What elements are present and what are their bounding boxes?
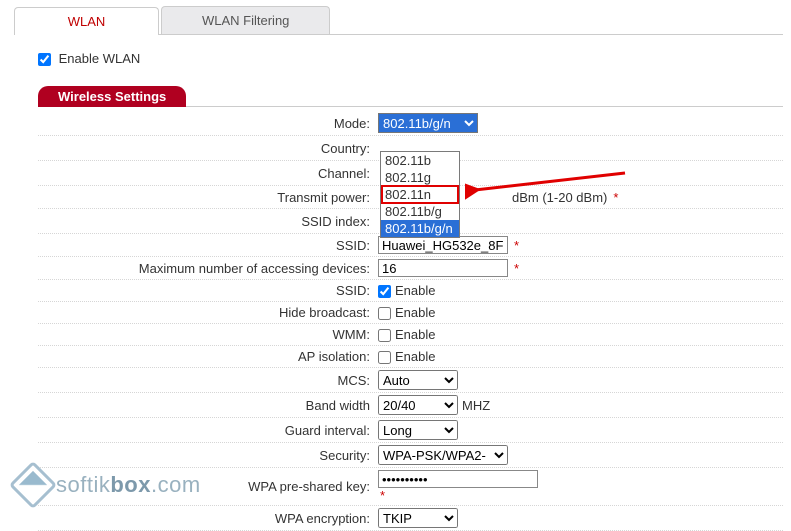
enable-wlan-label[interactable]: Enable WLAN — [38, 51, 140, 66]
wmm-control[interactable]: Enable — [378, 327, 435, 342]
watermark-logo-icon — [9, 461, 57, 509]
annotation-arrow-icon — [465, 168, 635, 208]
mode-option-bg[interactable]: 802.11b/g — [381, 203, 459, 220]
mode-select[interactable]: 802.11b/g/n — [378, 113, 478, 133]
enable-wlan-checkbox[interactable] — [38, 53, 51, 66]
label-wpa-enc: WPA encryption: — [38, 511, 378, 526]
ap-isolation-text: Enable — [395, 349, 435, 364]
label-country: Country: — [38, 141, 378, 156]
mode-option-b[interactable]: 802.11b — [381, 152, 459, 169]
ap-isolation-control[interactable]: Enable — [378, 349, 435, 364]
label-ssid-enable: SSID: — [38, 283, 378, 298]
mode-option-g[interactable]: 802.11g — [381, 169, 459, 186]
tab-wlan[interactable]: WLAN — [14, 7, 159, 35]
mode-option-n[interactable]: 802.11n — [381, 185, 459, 204]
hide-broadcast-control[interactable]: Enable — [378, 305, 435, 320]
label-hide-broadcast: Hide broadcast: — [38, 305, 378, 320]
label-wmm: WMM: — [38, 327, 378, 342]
label-mode: Mode: — [38, 116, 378, 131]
psk-input[interactable] — [378, 470, 538, 488]
label-ap-isolation: AP isolation: — [38, 349, 378, 364]
section-title: Wireless Settings — [38, 86, 186, 107]
label-channel: Channel: — [38, 166, 378, 181]
label-ssid-index: SSID index: — [38, 214, 378, 229]
mode-option-bgn[interactable]: 802.11b/g/n — [381, 220, 459, 237]
label-mcs: MCS: — [38, 373, 378, 388]
psk-asterisk: * — [380, 488, 385, 503]
security-select[interactable]: WPA-PSK/WPA2- — [378, 445, 508, 465]
mode-dropdown-list[interactable]: 802.11b 802.11g 802.11n 802.11b/g 802.11… — [380, 151, 460, 238]
max-devices-input[interactable] — [378, 259, 508, 277]
wmm-text: Enable — [395, 327, 435, 342]
ssid-input[interactable] — [378, 236, 508, 254]
ssid-asterisk: * — [514, 238, 519, 253]
hide-broadcast-checkbox[interactable] — [378, 307, 391, 320]
tab-wlan-filtering[interactable]: WLAN Filtering — [161, 6, 330, 34]
watermark: softikbox.com — [16, 468, 201, 502]
wmm-checkbox[interactable] — [378, 329, 391, 342]
hide-broadcast-text: Enable — [395, 305, 435, 320]
ssid-enable-text: Enable — [395, 283, 435, 298]
label-tx-power: Transmit power: — [38, 190, 378, 205]
label-max-devices: Maximum number of accessing devices: — [38, 261, 378, 276]
label-security: Security: — [38, 448, 378, 463]
ssid-enable-control[interactable]: Enable — [378, 283, 435, 298]
watermark-text: softikbox.com — [56, 472, 201, 498]
bandwidth-select[interactable]: 20/40 — [378, 395, 458, 415]
guard-select[interactable]: Long — [378, 420, 458, 440]
tab-bar: WLAN WLAN Filtering — [14, 6, 783, 35]
max-devices-asterisk: * — [514, 261, 519, 276]
enable-wlan-row: Enable WLAN — [38, 51, 783, 66]
mcs-select[interactable]: Auto — [378, 370, 458, 390]
bandwidth-unit: MHZ — [462, 398, 490, 413]
wpa-enc-select[interactable]: TKIP — [378, 508, 458, 528]
label-guard: Guard interval: — [38, 423, 378, 438]
label-bandwidth: Band width — [38, 398, 378, 413]
ap-isolation-checkbox[interactable] — [378, 351, 391, 364]
label-ssid: SSID: — [38, 238, 378, 253]
enable-wlan-text: Enable WLAN — [59, 51, 141, 66]
ssid-enable-checkbox[interactable] — [378, 285, 391, 298]
